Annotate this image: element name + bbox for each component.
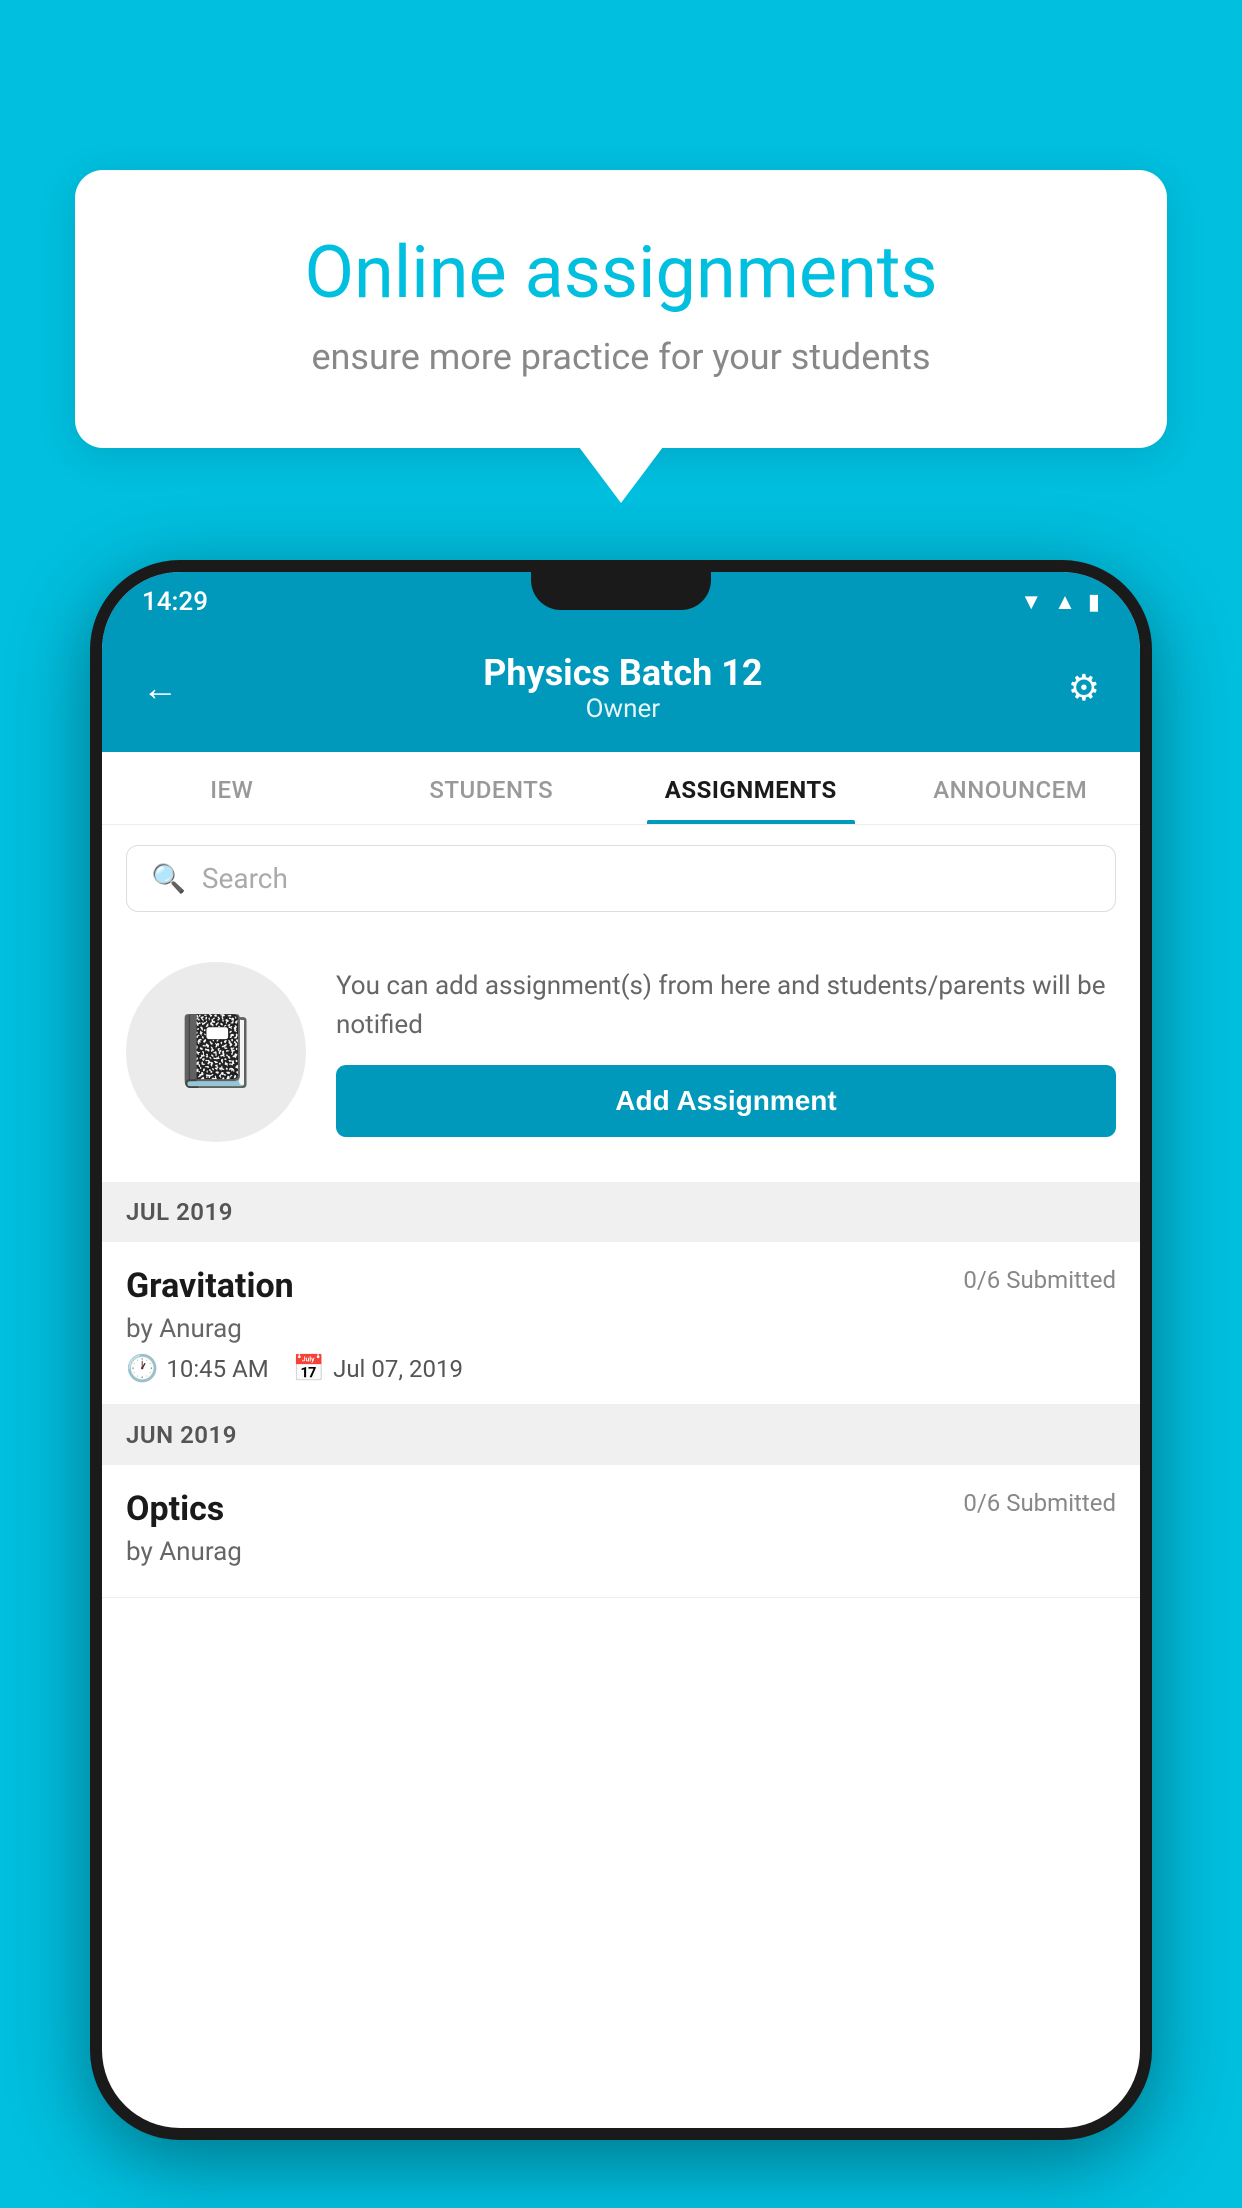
tab-assignments[interactable]: ASSIGNMENTS (621, 752, 881, 824)
speech-bubble-card: Online assignments ensure more practice … (75, 170, 1167, 448)
app-header: ← Physics Batch 12 Owner ⚙ (102, 632, 1140, 752)
notebook-icon: 📓 (172, 1011, 259, 1093)
assignment-date: 📅 Jul 07, 2019 (293, 1354, 463, 1384)
header-center: Physics Batch 12 Owner (178, 652, 1068, 724)
assignment-top-optics: Optics 0/6 Submitted (126, 1489, 1116, 1529)
promo-section: 📓 You can add assignment(s) from here an… (102, 932, 1140, 1182)
assignment-time: 🕐 10:45 AM (126, 1354, 269, 1384)
assignment-author: by Anurag (126, 1314, 1116, 1344)
assignment-title: Gravitation (126, 1266, 294, 1306)
add-assignment-button[interactable]: Add Assignment (336, 1065, 1116, 1137)
clock-icon: 🕐 (126, 1354, 158, 1384)
promo-description: You can add assignment(s) from here and … (336, 967, 1116, 1045)
promo-text-area: You can add assignment(s) from here and … (336, 967, 1116, 1137)
section-header-jul: JUL 2019 (102, 1182, 1140, 1242)
bubble-subtitle: ensure more practice for your students (145, 336, 1097, 378)
header-title: Physics Batch 12 (178, 652, 1068, 694)
status-time: 14:29 (142, 587, 208, 617)
tab-announcements[interactable]: ANNOUNCEM (881, 752, 1141, 824)
battery-icon: ▮ (1088, 590, 1100, 615)
search-container: 🔍 Search (102, 825, 1140, 932)
calendar-icon: 📅 (293, 1354, 325, 1384)
tabs-row: IEW STUDENTS ASSIGNMENTS ANNOUNCEM (102, 752, 1140, 825)
assignment-top: Gravitation 0/6 Submitted (126, 1266, 1116, 1306)
assignment-item-optics[interactable]: Optics 0/6 Submitted by Anurag (102, 1465, 1140, 1598)
date-value: Jul 07, 2019 (333, 1355, 463, 1383)
assignment-meta: 🕐 10:45 AM 📅 Jul 07, 2019 (126, 1354, 1116, 1384)
assignment-submitted: 0/6 Submitted (963, 1266, 1116, 1294)
phone-wrapper: 14:29 ▼ ▲ ▮ ← Physics Batch 12 Owner ⚙ I… (90, 560, 1152, 2208)
header-subtitle: Owner (178, 694, 1068, 724)
assignment-item-gravitation[interactable]: Gravitation 0/6 Submitted by Anurag 🕐 10… (102, 1242, 1140, 1405)
status-icons: ▼ ▲ ▮ (1020, 589, 1100, 615)
phone-frame: 14:29 ▼ ▲ ▮ ← Physics Batch 12 Owner ⚙ I… (90, 560, 1152, 2140)
signal-icon: ▲ (1054, 589, 1076, 615)
tab-iew[interactable]: IEW (102, 752, 362, 824)
bubble-title: Online assignments (145, 230, 1097, 316)
assignment-title-optics: Optics (126, 1489, 224, 1529)
tab-students[interactable]: STUDENTS (362, 752, 622, 824)
search-bar[interactable]: 🔍 Search (126, 845, 1116, 912)
back-button[interactable]: ← (142, 667, 178, 709)
phone-inner: 14:29 ▼ ▲ ▮ ← Physics Batch 12 Owner ⚙ I… (102, 572, 1140, 2128)
promo-icon-circle: 📓 (126, 962, 306, 1142)
assignment-submitted-optics: 0/6 Submitted (963, 1489, 1116, 1517)
assignment-author-optics: by Anurag (126, 1537, 1116, 1567)
search-placeholder: Search (202, 862, 288, 895)
search-icon: 🔍 (151, 862, 186, 895)
wifi-icon: ▼ (1020, 589, 1042, 615)
time-value: 10:45 AM (166, 1355, 268, 1383)
settings-icon[interactable]: ⚙ (1068, 667, 1100, 709)
section-header-jun: JUN 2019 (102, 1405, 1140, 1465)
phone-notch (531, 560, 711, 610)
